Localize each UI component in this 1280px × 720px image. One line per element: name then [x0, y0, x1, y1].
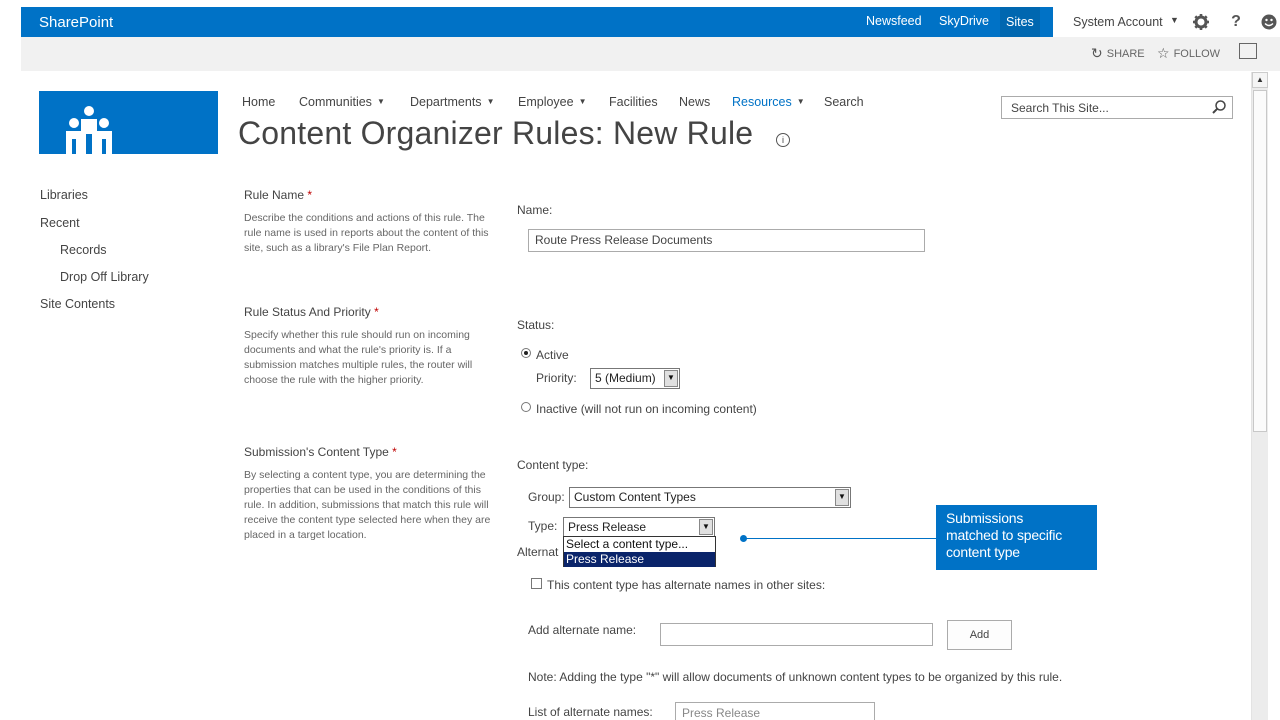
chevron-down-icon[interactable]: ▼ — [664, 370, 678, 387]
skydrive-link[interactable]: SkyDrive — [939, 14, 989, 28]
ribbon-bar: ↻ SHARE ☆ FOLLOW — [21, 37, 1280, 71]
type-select[interactable]: Press Release ▼ — [563, 517, 715, 537]
rule-name-description: Describe the conditions and actions of t… — [244, 212, 489, 254]
follow-label: FOLLOW — [1173, 48, 1221, 60]
nav-employee[interactable]: Employee ▼ — [518, 95, 587, 109]
nav-communities-label: Communities — [299, 95, 372, 109]
search-icon[interactable] — [1211, 99, 1227, 115]
search-input[interactable]: Search This Site... — [1001, 96, 1233, 119]
required-marker: * — [374, 305, 379, 319]
rule-name-input[interactable]: Route Press Release Documents — [528, 229, 925, 252]
type-option-selected[interactable]: Press Release — [564, 552, 715, 567]
type-dropdown-list[interactable]: Select a content type... Press Release — [563, 536, 716, 567]
ql-item-site-contents[interactable]: Site Contents — [40, 297, 115, 311]
site-logo[interactable] — [39, 91, 218, 154]
share-icon: ↻ — [1091, 45, 1103, 61]
group-value: Custom Content Types — [574, 490, 696, 504]
type-option[interactable]: Select a content type... — [564, 537, 715, 552]
status-section-title: Rule Status And Priority * — [244, 305, 379, 319]
callout-line-3: content type — [946, 544, 1020, 560]
required-marker: * — [307, 188, 313, 202]
name-label: Name: — [517, 203, 553, 217]
nav-departments-label: Departments — [410, 95, 482, 109]
content-type-label: Content type: — [517, 458, 589, 472]
nav-home[interactable]: Home — [242, 95, 275, 109]
vertical-scrollbar[interactable]: ▲ — [1251, 72, 1268, 720]
type-value: Press Release — [568, 520, 647, 534]
callout-connector-dot — [740, 535, 747, 542]
chevron-down-icon: ▼ — [796, 97, 805, 106]
share-label: SHARE — [1106, 48, 1145, 60]
account-panel: System Account ▼ ? — [1053, 7, 1280, 37]
chevron-down-icon[interactable]: ▼ — [1170, 15, 1179, 25]
active-radio-label: Active — [536, 348, 569, 362]
alternate-note: Note: Adding the type "*" will allow doc… — [528, 670, 1063, 684]
rule-name-title: Rule Name — [244, 188, 305, 202]
callout-line-1: Submissions — [946, 510, 1024, 526]
nav-departments[interactable]: Departments ▼ — [410, 95, 494, 109]
nav-communities[interactable]: Communities ▼ — [299, 95, 385, 109]
priority-label: Priority: — [536, 371, 577, 385]
add-button[interactable]: Add — [947, 620, 1012, 650]
rule-name-section-title: Rule Name * — [244, 188, 312, 202]
required-marker: * — [392, 445, 397, 459]
smiley-icon[interactable] — [1258, 11, 1280, 33]
status-title: Rule Status And Priority — [244, 305, 371, 319]
priority-value: 5 (Medium) — [595, 371, 656, 385]
scroll-up-arrow-icon[interactable]: ▲ — [1252, 72, 1268, 88]
ql-item-drop-off-library[interactable]: Drop Off Library — [60, 270, 149, 284]
nav-resources[interactable]: Resources ▼ — [732, 95, 805, 109]
nav-employee-label: Employee — [518, 95, 574, 109]
scroll-thumb[interactable] — [1253, 90, 1267, 432]
alternate-names-list[interactable]: Press Release — [675, 702, 875, 720]
content-type-title: Submission's Content Type — [244, 445, 389, 459]
page-title: Content Organizer Rules: New Rule — [238, 115, 754, 151]
alternate-names-checkbox[interactable] — [531, 578, 542, 589]
callout-line-2: matched to specific — [946, 527, 1063, 543]
priority-select[interactable]: 5 (Medium) ▼ — [590, 368, 680, 389]
callout-annotation: Submissions matched to specific content … — [936, 505, 1097, 570]
chevron-down-icon: ▼ — [376, 97, 385, 106]
alternate-names-label: Alternat — [517, 545, 559, 559]
suite-bar: SharePoint Newsfeed SkyDrive Sites Syste… — [21, 7, 1280, 37]
active-radio[interactable] — [521, 348, 531, 358]
info-icon[interactable]: i — [776, 133, 790, 147]
nav-facilities[interactable]: Facilities — [609, 95, 658, 109]
chevron-down-icon: ▼ — [486, 97, 495, 106]
callout-connector-line — [743, 538, 936, 539]
status-label: Status: — [517, 318, 555, 332]
add-alternate-name-label: Add alternate name: — [528, 623, 637, 637]
star-icon: ☆ — [1157, 45, 1170, 61]
chevron-down-icon[interactable]: ▼ — [835, 489, 849, 506]
content-type-section-title: Submission's Content Type * — [244, 445, 397, 459]
nav-news[interactable]: News — [679, 95, 710, 109]
nav-search[interactable]: Search — [824, 95, 864, 109]
alternate-names-checkbox-label: This content type has alternate names in… — [547, 578, 826, 592]
type-label: Type: — [528, 519, 558, 533]
focus-on-content-icon[interactable] — [1239, 43, 1257, 59]
account-menu[interactable]: System Account — [1073, 15, 1163, 29]
inactive-radio[interactable] — [521, 402, 531, 412]
sites-link[interactable]: Sites — [1000, 7, 1040, 37]
alternate-names-list-label: List of alternate names: — [528, 705, 653, 719]
brand-link[interactable]: SharePoint — [39, 14, 113, 31]
chevron-down-icon: ▼ — [578, 97, 587, 106]
question-icon[interactable]: ? — [1225, 11, 1247, 33]
search-placeholder: Search This Site... — [1011, 101, 1109, 115]
ql-item-recent[interactable]: Recent — [40, 216, 80, 230]
nav-resources-label: Resources — [732, 95, 792, 109]
group-select[interactable]: Custom Content Types ▼ — [569, 487, 851, 508]
gear-icon[interactable] — [1190, 11, 1212, 33]
content-type-description: By selecting a content type, you are det… — [244, 469, 491, 541]
alternate-name-input[interactable] — [660, 623, 933, 646]
inactive-radio-label: Inactive (will not run on incoming conte… — [536, 402, 757, 416]
group-label: Group: — [528, 490, 565, 504]
follow-button[interactable]: ☆ FOLLOW — [1157, 45, 1220, 62]
share-button[interactable]: ↻ SHARE — [1091, 45, 1145, 62]
ql-item-libraries[interactable]: Libraries — [40, 188, 88, 202]
status-description: Specify whether this rule should run on … — [244, 329, 473, 386]
ql-item-records[interactable]: Records — [60, 243, 107, 257]
chevron-down-icon[interactable]: ▼ — [699, 519, 713, 535]
newsfeed-link[interactable]: Newsfeed — [866, 14, 922, 28]
